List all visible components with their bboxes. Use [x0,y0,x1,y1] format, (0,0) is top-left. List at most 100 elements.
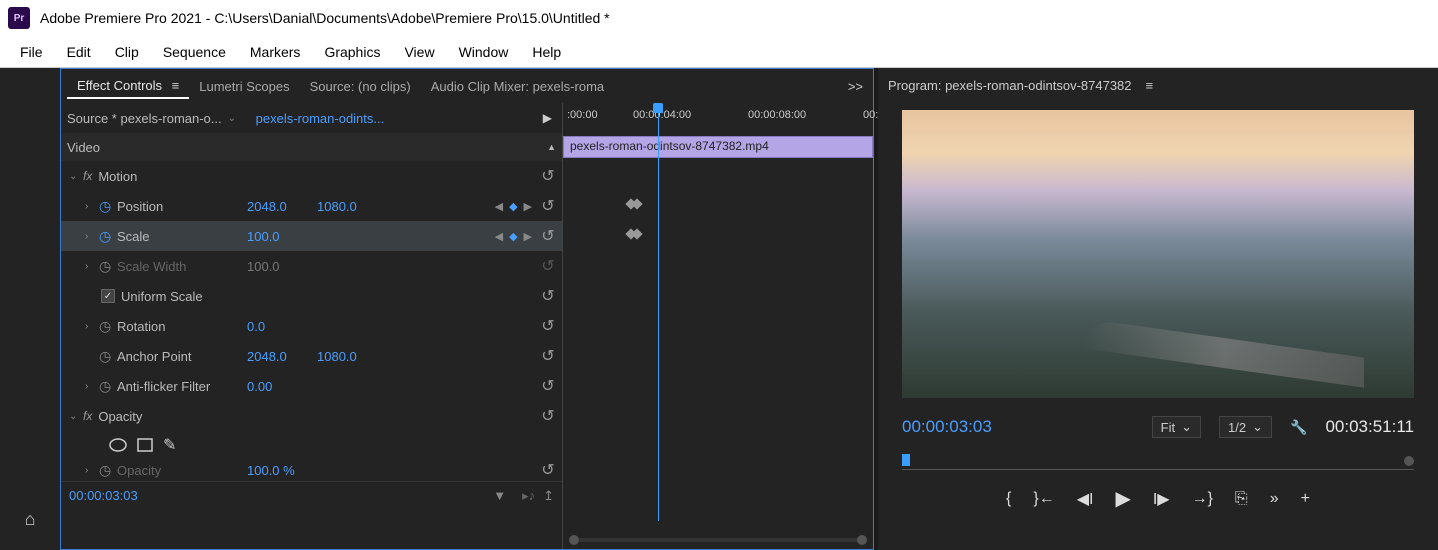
expand-position-icon[interactable]: › [85,201,99,212]
program-video-canvas[interactable] [902,110,1414,398]
ec-horizontal-scrollbar[interactable] [569,535,867,545]
next-keyframe-position-icon[interactable]: ▶ [522,200,534,213]
scale-value[interactable]: 100.0 [247,229,317,244]
reset-opacity-val-icon[interactable]: ↺ [534,460,562,480]
rotation-value[interactable]: 0.0 [247,319,317,334]
zoom-fit-label: Fit [1161,420,1175,435]
opacity-value[interactable]: 100.0 % [247,463,317,478]
next-keyframe-scale-icon[interactable]: ▶ [522,230,534,243]
tab-lumetri-scopes[interactable]: Lumetri Scopes [189,75,299,98]
collapse-video-icon[interactable]: ▲ [547,142,556,152]
more-controls-icon[interactable]: » [1270,490,1279,508]
go-to-out-icon[interactable]: →} [1192,490,1213,508]
effect-controls-timeline[interactable]: :00:00 00:00:04:00 00:00:08:00 00: pexel… [562,103,873,549]
clip-fx-icon[interactable]: ▸♪ [522,488,535,504]
resolution-dropdown[interactable]: 1/2⌄ [1219,416,1272,438]
menu-graphics[interactable]: Graphics [312,40,392,64]
reset-scale-icon[interactable]: ↺ [534,226,562,246]
sequence-link[interactable]: pexels-roman-odints... [256,111,385,126]
menu-sequence[interactable]: Sequence [151,40,238,64]
source-dropdown-icon[interactable]: ⌄ [228,113,242,124]
reset-anchor-icon[interactable]: ↺ [534,346,562,366]
expand-antiflicker-icon[interactable]: › [85,381,99,392]
expand-scale-icon[interactable]: › [85,231,99,242]
mark-in-icon[interactable]: { [1006,490,1011,508]
menu-clip[interactable]: Clip [103,40,151,64]
expand-opacity-val-icon[interactable]: › [85,465,99,476]
pen-mask-icon[interactable]: ✎ [163,435,176,455]
add-keyframe-scale-icon[interactable]: ◆ [507,230,519,243]
expand-rotation-icon[interactable]: › [85,321,99,332]
program-panel-menu-icon[interactable]: ≡ [1146,78,1154,93]
reset-opacity-icon[interactable]: ↺ [534,406,562,426]
stopwatch-position-icon[interactable]: ◷ [99,198,117,215]
scrub-end-handle[interactable] [1404,456,1414,466]
reset-position-icon[interactable]: ↺ [534,196,562,216]
tab-effect-controls-label: Effect Controls [77,78,162,93]
lift-icon[interactable]: ⎘ [1235,490,1248,508]
filter-icon[interactable]: ▼ [493,488,506,503]
chevron-down-icon: ⌄ [1252,419,1263,435]
chevron-down-icon: ⌄ [1181,419,1192,435]
program-scrub-bar[interactable] [902,454,1414,470]
stopwatch-opacity-icon[interactable]: ◷ [99,462,117,479]
menu-markers[interactable]: Markers [238,40,313,64]
opacity-label[interactable]: Opacity [98,409,228,424]
reset-uniform-icon[interactable]: ↺ [534,286,562,306]
timeline-clip[interactable]: pexels-roman-odintsov-8747382.mp4 [563,136,873,158]
reset-rotation-icon[interactable]: ↺ [534,316,562,336]
uniform-scale-label: Uniform Scale [121,289,203,304]
tab-source[interactable]: Source: (no clips) [300,75,421,98]
menu-help[interactable]: Help [520,40,573,64]
add-button-icon[interactable]: + [1301,490,1310,508]
rotation-label: Rotation [117,319,247,334]
stopwatch-rotation-icon[interactable]: ◷ [99,318,117,335]
source-panel-tabs: Effect Controls ≡ Lumetri Scopes Source:… [61,69,873,103]
panel-menu-icon[interactable]: ≡ [172,78,180,93]
stopwatch-antiflicker-icon[interactable]: ◷ [99,378,117,395]
position-x-value[interactable]: 2048.0 [247,199,317,214]
mark-out-icon[interactable]: }← [1033,490,1054,508]
menu-view[interactable]: View [392,40,446,64]
ruler-tick: 00: [863,109,878,121]
program-tab-label[interactable]: Program: pexels-roman-odintsov-8747382 [888,78,1132,93]
ec-timecode[interactable]: 00:00:03:03 [69,488,138,503]
expand-motion-icon[interactable]: ⌄ [69,171,83,182]
ellipse-mask-icon[interactable] [109,438,127,452]
reset-motion-icon[interactable]: ↺ [534,166,562,186]
tab-audio-clip-mixer[interactable]: Audio Clip Mixer: pexels-roma [421,75,614,98]
zoom-fit-dropdown[interactable]: Fit ⌄ [1152,416,1201,438]
home-icon[interactable]: ⌂ [25,509,36,530]
menu-window[interactable]: Window [447,40,521,64]
prev-keyframe-position-icon[interactable]: ◀ [493,200,505,213]
add-keyframe-position-icon[interactable]: ◆ [507,200,519,213]
position-y-value[interactable]: 1080.0 [317,199,387,214]
export-frame-icon[interactable]: ↥ [543,488,554,504]
program-timecode[interactable]: 00:00:03:03 [902,417,992,437]
stopwatch-scale-icon[interactable]: ◷ [99,228,117,245]
rect-mask-icon[interactable] [137,438,153,452]
settings-wrench-icon[interactable]: 🔧 [1290,419,1307,436]
stopwatch-anchor-icon[interactable]: ◷ [99,348,117,365]
tabs-overflow-icon[interactable]: >> [848,79,863,94]
antiflicker-value[interactable]: 0.00 [247,379,317,394]
ec-time-ruler[interactable]: :00:00 00:00:04:00 00:00:08:00 00: [563,103,873,133]
motion-label[interactable]: Motion [98,169,228,184]
program-monitor-panel: Program: pexels-roman-odintsov-8747382 ≡… [878,68,1438,550]
anchor-y-value[interactable]: 1080.0 [317,349,387,364]
uniform-scale-checkbox[interactable]: ✓ [101,289,115,303]
step-forward-icon[interactable]: I▶ [1153,489,1170,509]
keyframe-diamond-icon[interactable] [627,230,639,242]
step-back-icon[interactable]: ◀I [1077,489,1094,509]
reset-antiflicker-icon[interactable]: ↺ [534,376,562,396]
tab-effect-controls[interactable]: Effect Controls ≡ [67,74,189,99]
play-icon[interactable]: ▶ [1115,486,1130,511]
play-only-icon[interactable]: ▶ [543,111,552,125]
anchor-x-value[interactable]: 2048.0 [247,349,317,364]
menu-file[interactable]: File [8,40,55,64]
prev-keyframe-scale-icon[interactable]: ◀ [493,230,505,243]
expand-opacity-icon[interactable]: ⌄ [69,411,83,422]
menu-edit[interactable]: Edit [55,40,103,64]
keyframe-diamond-icon[interactable] [627,200,639,212]
playhead[interactable] [658,103,659,521]
